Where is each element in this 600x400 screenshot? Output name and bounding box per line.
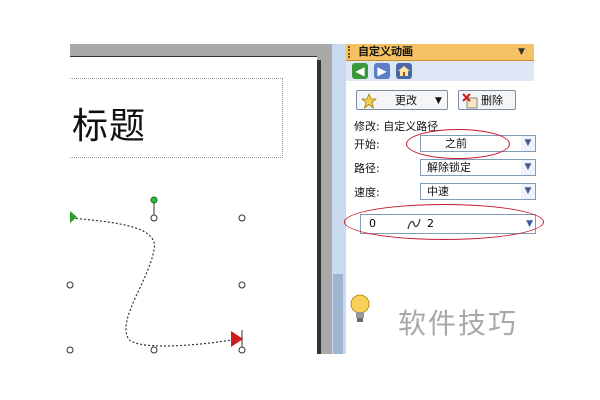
resize-handle-bottom[interactable] [150, 346, 158, 354]
rotate-handle[interactable] [150, 196, 158, 204]
speed-label: 速度: [354, 186, 380, 199]
start-label: 开始: [354, 138, 380, 151]
speed-value: 中速 [427, 185, 449, 198]
chevron-down-icon: ▼ [521, 136, 535, 151]
path-dropdown[interactable]: 解除锁定 ▼ [420, 159, 536, 176]
change-button-label: 更改 [395, 94, 417, 107]
app-window: 标题 自定义动画 ▼ ◀ ▶ 更改 ▼ 删除 修改: 自定义路径 开始: 之前 … [0, 0, 600, 400]
remove-button-label: 删除 [481, 94, 503, 107]
custom-motion-path[interactable] [71, 217, 239, 347]
resize-handle-bottom-left[interactable] [66, 346, 74, 354]
path-label: 路径: [354, 162, 380, 175]
delete-icon [462, 93, 478, 109]
path-value: 解除锁定 [427, 161, 471, 174]
resize-handle-right[interactable] [238, 281, 246, 289]
path-end-marker [231, 331, 243, 347]
speed-dropdown[interactable]: 中速 ▼ [420, 183, 536, 200]
pane-menu-arrow-icon[interactable]: ▼ [518, 47, 525, 57]
pane-navbar: ◀ ▶ [346, 61, 534, 81]
watermark-text: 软件技巧 [398, 307, 519, 340]
home-icon[interactable] [396, 63, 412, 79]
chevron-down-icon: ▼ [521, 184, 535, 199]
back-arrow-icon[interactable]: ◀ [352, 63, 368, 79]
pane-header: 自定义动画 ▼ [346, 44, 534, 61]
chevron-down-icon: ▼ [435, 96, 442, 106]
pane-splitter[interactable] [332, 44, 346, 354]
resize-handle-bottom-right[interactable] [238, 346, 246, 354]
path-start-marker [70, 211, 77, 223]
change-effect-button[interactable]: 更改 ▼ [356, 90, 448, 110]
resize-handle-top-right[interactable] [238, 214, 246, 222]
resize-handle-top[interactable] [150, 214, 158, 222]
star-icon [361, 93, 377, 109]
annotation-oval-list [344, 204, 544, 240]
lightbulb-icon [350, 294, 370, 322]
resize-handle-left[interactable] [66, 281, 74, 289]
remove-effect-button[interactable]: 删除 [458, 90, 516, 110]
splitter-scroll-thumb[interactable] [333, 274, 343, 354]
pane-title: 自定义动画 [358, 45, 413, 58]
annotation-oval-start [406, 129, 510, 159]
grip-icon[interactable] [348, 46, 354, 58]
forward-arrow-icon[interactable]: ▶ [374, 63, 390, 79]
chevron-down-icon: ▼ [521, 160, 535, 175]
